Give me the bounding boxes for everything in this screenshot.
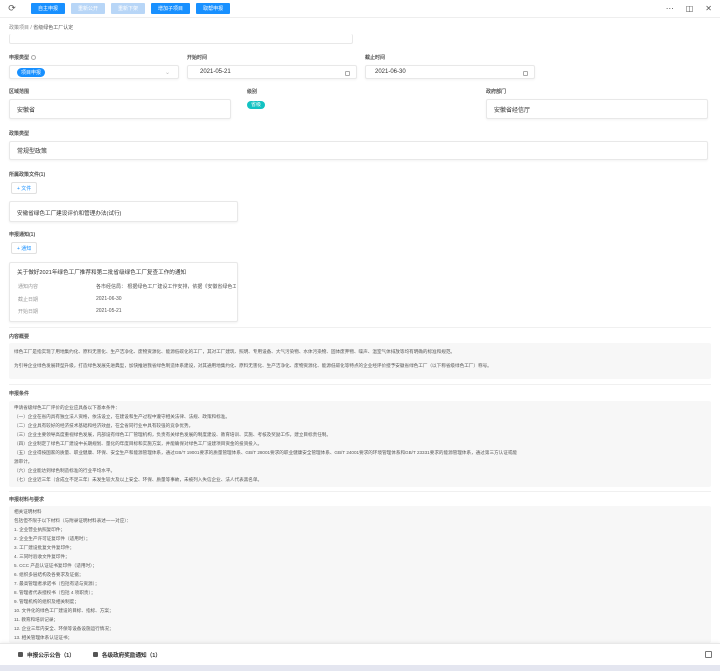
region-field: 安徽省 — [9, 99, 231, 119]
divider — [9, 327, 711, 328]
divider — [9, 491, 711, 492]
retake-down-button[interactable]: 重新下架 — [111, 3, 146, 14]
conditions-box: 申请省级绿色工厂评价的企业应具备以下基本条件： （一）企业在省内具有独立法人资格… — [9, 401, 711, 487]
add-file-button[interactable]: + 文件 — [11, 182, 38, 194]
divider — [9, 384, 711, 385]
bell-icon — [18, 652, 23, 657]
policy-file-card[interactable]: 安徽省绿色工厂建设评价和管理办法(试行) — [9, 201, 238, 222]
notice-title: 关于做好2021年绿色工厂推荐和第二批省级绿色工厂复查工作的通知 — [17, 270, 187, 276]
dept-field: 安徽省经信厅 — [486, 99, 708, 119]
conditions-label: 申报条件 — [9, 391, 30, 397]
start-time-label: 开始时间 — [187, 55, 208, 61]
breadcrumb-parent[interactable]: 政策项目 — [9, 25, 29, 31]
calendar-icon — [523, 71, 528, 76]
announcements-tab[interactable]: 申报公示公告（1） — [18, 651, 75, 659]
bell-icon — [92, 652, 98, 657]
calendar-icon — [345, 71, 350, 76]
start-time-input[interactable]: 2021-05-21 — [187, 65, 357, 79]
summary-label: 内容概要 — [9, 334, 30, 340]
bottom-bar: 申报公示公告（1） 各级政府奖励通知（1） — [0, 643, 720, 665]
breadcrumb-current: 省级绿色工厂认定 — [33, 25, 74, 31]
save-icon[interactable] — [705, 651, 712, 658]
policy-files-label: 所属政策文件(1) — [9, 172, 46, 178]
info-icon — [31, 55, 37, 61]
republish-button[interactable]: 重新公开 — [71, 3, 106, 14]
more-icon[interactable]: ⋯ — [666, 4, 674, 13]
materials-box: 相关证明材料 包括但不限于以下材料（与附录证明材料表述一一对应）： 1. 企业营… — [9, 506, 711, 643]
title-field-remnant — [9, 34, 353, 44]
level-tag: 省级 — [247, 101, 266, 109]
region-label: 区域范围 — [9, 89, 30, 95]
reward-notices-tab[interactable]: 各级政府奖励通知（1） — [92, 651, 161, 659]
chevron-down-icon: ⌄ — [164, 70, 170, 76]
assist-declare-button[interactable]: 取帮申报 — [196, 3, 231, 14]
level-label: 级别 — [247, 89, 258, 95]
breadcrumb: 政策项目 / 省级绿色工厂认定 — [9, 25, 74, 31]
policy-type-label: 政策类型 — [9, 131, 30, 137]
policy-type-field: 常规型政策 — [9, 141, 708, 160]
self-declare-button[interactable]: 自主申报 — [31, 3, 66, 14]
add-subproject-button[interactable]: 增加子项目 — [151, 3, 191, 14]
summary-box: 绿色工厂是指实现了用地集约化、原料无害化、生产洁净化、废物资源化、能源低碳化的工… — [9, 343, 711, 379]
panel-icon[interactable]: ◫ — [686, 4, 694, 13]
notice-card[interactable]: 关于做好2021年绿色工厂推荐和第二批省级绿色工厂复查工作的通知 通知内容 各市… — [9, 262, 238, 322]
apply-type-label: 申报类型 — [9, 54, 37, 61]
dept-label: 政府部门 — [486, 89, 507, 95]
close-icon[interactable]: ✕ — [705, 4, 712, 13]
materials-label: 申报材料与要求 — [9, 497, 45, 503]
end-time-label: 截止时间 — [365, 55, 386, 61]
toolbar: ⟳ 自主申报 重新公开 重新下架 增加子项目 取帮申报 ⋯ ◫ ✕ — [0, 0, 720, 18]
notices-label: 申报通知(1) — [9, 232, 36, 238]
apply-type-select[interactable]: 项目申报 ⌄ — [9, 65, 179, 79]
refresh-icon[interactable]: ⟳ — [6, 3, 18, 15]
bottom-strip — [0, 665, 720, 671]
end-time-input[interactable]: 2021-06-30 — [365, 65, 535, 79]
apply-type-tag: 项目申报 — [17, 67, 46, 77]
add-notice-button[interactable]: + 通知 — [11, 242, 38, 254]
